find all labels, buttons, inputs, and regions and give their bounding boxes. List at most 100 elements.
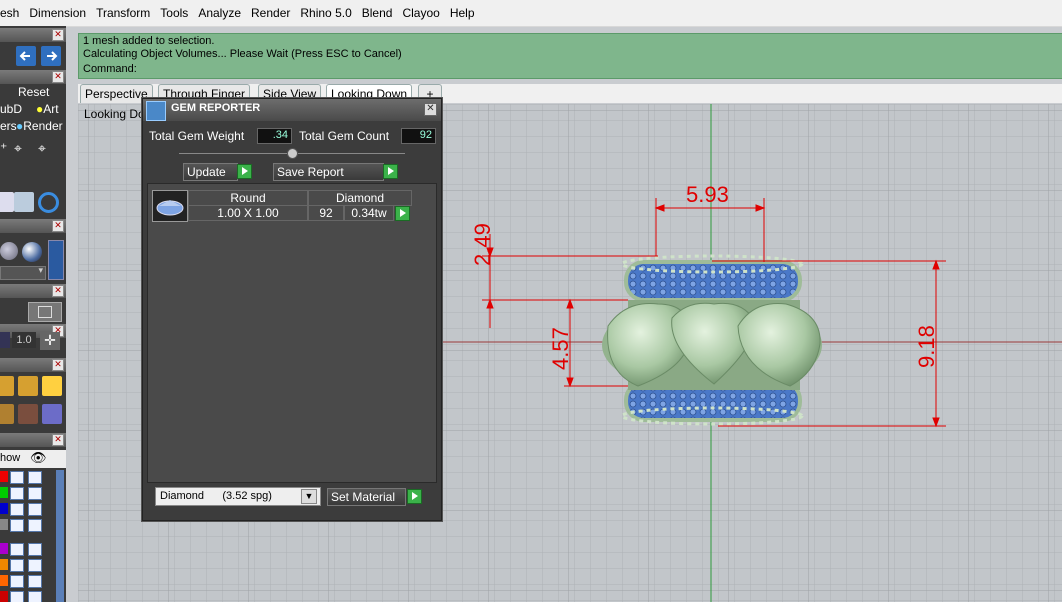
gem-reporter-panel: GEM REPORTER ✕ Total Gem Weight .34 Tota…	[142, 98, 442, 521]
move-tool-icon[interactable]: ⌖	[14, 140, 22, 157]
menu-blend[interactable]: Blend	[357, 6, 398, 20]
menu-clayoo[interactable]: Clayoo	[397, 6, 444, 20]
delete-gem-icon[interactable]	[42, 376, 62, 396]
set-material-button[interactable]: Set Material	[327, 488, 406, 506]
select-tool-icon[interactable]	[14, 192, 34, 212]
gem-report-icon[interactable]	[42, 404, 62, 424]
layer-color[interactable]	[0, 543, 8, 554]
material-sphere-icon[interactable]	[0, 242, 18, 260]
close-icon[interactable]: ✕	[52, 285, 64, 297]
select-gems-icon[interactable]	[395, 206, 410, 221]
menu-mesh[interactable]: esh	[0, 6, 24, 20]
dimension-lower-height: 4.57	[548, 327, 573, 370]
object-tools	[0, 190, 66, 214]
subd-label[interactable]: ubD	[0, 102, 22, 116]
art-label[interactable]: ●Art	[36, 102, 59, 116]
forward-arrow-icon[interactable]	[41, 46, 61, 66]
lock-icon[interactable]	[28, 503, 42, 516]
crosshair-icon[interactable]: ✛	[40, 332, 60, 350]
material-dropdown[interactable]: ▾	[0, 265, 46, 280]
cutter-tool-icon[interactable]	[18, 404, 38, 424]
set-material-go-icon[interactable]	[407, 489, 422, 504]
step-value[interactable]: 1.0	[12, 332, 36, 348]
layer-visible[interactable]	[10, 487, 24, 500]
layer-visible[interactable]	[10, 471, 24, 484]
close-icon[interactable]: ✕	[52, 434, 64, 446]
layer-row[interactable]	[0, 590, 55, 602]
layer-color[interactable]	[0, 575, 8, 586]
scale-tool-icon[interactable]: ⌖	[38, 140, 46, 157]
layer-row[interactable]	[0, 470, 55, 484]
gem-reporter-title: GEM REPORTER	[171, 102, 261, 114]
save-report-button[interactable]: Save Report	[273, 163, 384, 181]
viewport-label: Looking Do	[84, 107, 145, 121]
lock-icon[interactable]	[28, 575, 42, 588]
lock-icon[interactable]	[28, 543, 42, 556]
material-select[interactable]: Diamond (3.52 spg)	[155, 487, 321, 506]
splitter-handle[interactable]	[287, 148, 298, 159]
lock-icon[interactable]	[28, 591, 42, 602]
layers-label[interactable]: ers	[0, 119, 17, 133]
circle-tool-icon[interactable]	[38, 192, 59, 213]
layer-visible[interactable]	[10, 503, 24, 516]
gem-tool-icon[interactable]	[0, 376, 14, 396]
update-go-icon[interactable]	[237, 164, 252, 179]
close-icon[interactable]: ✕	[52, 71, 64, 83]
close-icon[interactable]: ✕	[52, 220, 64, 232]
viewport-frame-icon[interactable]	[28, 302, 62, 322]
menu-analyze[interactable]: Analyze	[193, 6, 246, 20]
layer-row[interactable]	[0, 574, 55, 588]
layer-visible[interactable]	[10, 543, 24, 556]
update-button[interactable]: Update	[183, 163, 238, 181]
point-tool-icon[interactable]: ⁺	[0, 140, 7, 157]
chevron-down-icon[interactable]: ▼	[301, 489, 317, 504]
gem-tool-icon[interactable]	[18, 376, 38, 396]
back-arrow-icon[interactable]	[16, 46, 36, 66]
lock-icon[interactable]	[28, 471, 42, 484]
menu-render[interactable]: Render	[246, 6, 295, 20]
gem-count: 92	[308, 205, 344, 221]
close-icon[interactable]: ✕	[52, 359, 64, 371]
layer-color[interactable]	[0, 503, 8, 514]
gem-reporter-titlebar[interactable]: GEM REPORTER ✕	[143, 99, 441, 121]
layer-visible[interactable]	[10, 559, 24, 572]
color-swatch[interactable]	[48, 240, 64, 280]
lock-icon[interactable]	[28, 487, 42, 500]
tool-icon[interactable]	[0, 192, 14, 212]
panel-header: ✕	[0, 219, 66, 233]
close-icon[interactable]: ✕	[424, 103, 437, 116]
layer-color[interactable]	[0, 487, 8, 498]
menu-tools[interactable]: Tools	[155, 6, 193, 20]
prong-tool-icon[interactable]	[0, 404, 14, 424]
lock-icon[interactable]	[28, 519, 42, 532]
save-report-go-icon[interactable]	[383, 164, 398, 179]
layer-color[interactable]	[0, 559, 8, 570]
menu-rhino5[interactable]: Rhino 5.0	[295, 6, 356, 20]
layer-row[interactable]	[0, 502, 55, 516]
layer-row[interactable]	[0, 542, 55, 556]
layer-color[interactable]	[0, 519, 8, 530]
menu-bar: esh Dimension Transform Tools Analyze Re…	[0, 0, 1062, 27]
layer-visible[interactable]	[10, 519, 24, 532]
reset-button[interactable]: Reset	[18, 85, 49, 99]
menu-dimension[interactable]: Dimension	[24, 6, 91, 20]
layer-scrollbar[interactable]	[56, 470, 64, 602]
layer-visible[interactable]	[10, 591, 24, 602]
transform-tools[interactable]: ⁺ ⌖ ⌖	[0, 138, 66, 164]
lock-icon[interactable]	[28, 559, 42, 572]
layer-visible[interactable]	[10, 575, 24, 588]
layer-color[interactable]	[0, 591, 8, 602]
layer-row[interactable]	[0, 518, 55, 532]
close-icon[interactable]: ✕	[52, 29, 64, 41]
col-shape: Round	[188, 190, 308, 206]
layer-color[interactable]	[0, 471, 8, 482]
menu-help[interactable]: Help	[445, 6, 480, 20]
eye-icon[interactable]: 👁	[30, 450, 47, 466]
menu-transform[interactable]: Transform	[91, 6, 155, 20]
snap-field[interactable]	[0, 332, 10, 348]
env-sphere-icon[interactable]	[22, 242, 42, 262]
layer-row[interactable]	[0, 558, 55, 572]
render-label[interactable]: ●Render	[16, 119, 63, 133]
layer-row[interactable]	[0, 486, 55, 500]
command-prompt[interactable]: Command:	[83, 63, 137, 75]
